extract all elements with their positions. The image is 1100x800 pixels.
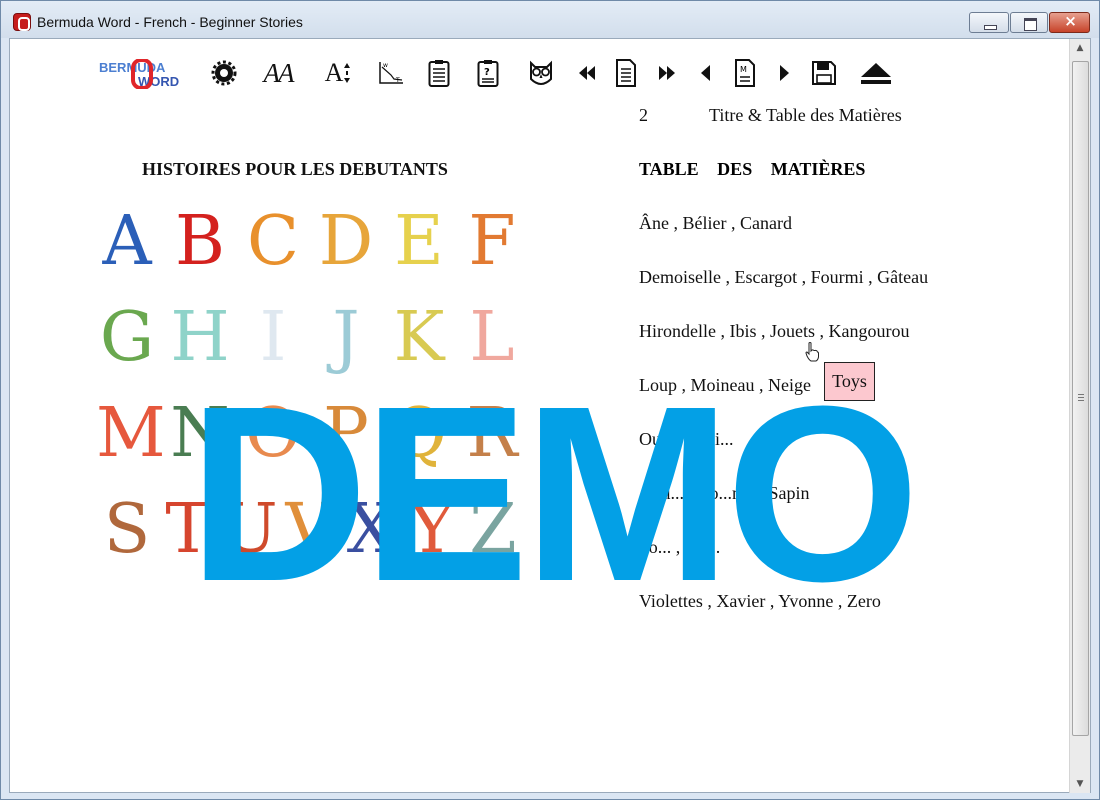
next-button[interactable] [776,59,794,87]
svg-text:M: M [740,65,747,74]
font-style-icon: AA [263,57,295,88]
alphabet-letter: D [318,202,374,281]
notes-button[interactable] [426,59,452,87]
chart-icon: w T [379,62,403,84]
grip-icon [1078,394,1084,401]
svg-text:w: w [383,62,388,69]
title-bar[interactable]: Bermuda Word - French - Beginner Stories… [1,1,1099,38]
eject-icon [861,63,891,84]
page-icon [616,59,636,87]
alphabet-letter: C [246,202,300,281]
floppy-disk-icon [812,61,836,85]
page-m-icon: M [735,59,755,87]
double-right-arrow-icon [659,66,675,80]
scroll-thumb[interactable] [1072,61,1089,736]
bermuda-word-logo[interactable]: BERMUDA WORD [98,59,194,89]
alphabet-letter: E [394,202,444,281]
minimize-button[interactable] [969,12,1009,33]
toc-line[interactable]: Âne , Bélier , Canard [639,213,792,234]
gear-icon [211,60,237,86]
svg-text:T: T [395,77,400,84]
alphabet-letter: M [96,394,166,473]
right-arrow-icon [780,65,789,81]
chart-button[interactable]: w T [377,59,405,87]
last-page-button[interactable] [655,59,679,87]
alphabet-letter: F [468,202,516,281]
alphabet-letter: B [175,202,225,281]
vertical-scrollbar[interactable]: ▲ ▼ [1069,39,1090,793]
alphabet-letter: G [99,298,155,377]
eject-button[interactable] [858,59,894,87]
size-arrows-icon [344,63,351,83]
close-icon: × [1064,12,1077,30]
svg-text:?: ? [484,67,490,78]
toc-line[interactable]: Demoiselle , Escargot , Fourmi , Gâteau [639,267,928,288]
page-number: 2 [639,105,648,125]
toolbar: BERMUDA WORD AA A w T ? M [10,39,1090,109]
left-page-heading: HISTOIRES POUR LES DEBUTANTS [142,159,448,179]
alphabet-letter: S [103,490,151,569]
maximize-button[interactable] [1010,12,1048,33]
font-size-button[interactable]: A [321,58,355,87]
previous-button[interactable] [696,59,714,87]
word-tooltip: Toys [824,362,875,401]
font-style-button[interactable]: AA [258,57,298,88]
toc-line[interactable]: Hirondelle , Ibis , Jouets , Kangourou [639,321,909,342]
page-title: Titre & Table des Matières [709,105,902,125]
quiz-clipboard-icon: ? [477,60,499,87]
scroll-down-arrow-icon[interactable]: ▼ [1070,775,1090,793]
save-button[interactable] [811,59,837,87]
scroll-up-arrow-icon[interactable]: ▲ [1070,39,1090,57]
owl-button[interactable] [526,59,556,87]
settings-button[interactable] [210,59,238,87]
app-logo-icon[interactable] [13,13,31,31]
quiz-button[interactable]: ? [475,59,501,87]
app-window: Bermuda Word - French - Beginner Stories… [0,0,1100,800]
page-button[interactable] [613,59,639,87]
document-area: BERMUDA WORD AA A w T ? M HISTOIRES POUR… [9,38,1091,793]
alphabet-letter: A [102,202,152,281]
left-arrow-icon [701,65,710,81]
double-left-arrow-icon [579,66,595,80]
close-button[interactable]: × [1049,12,1090,33]
toc-heading: TABLE DES MATIÈRES [639,159,866,179]
clipboard-icon [428,60,450,87]
demo-watermark: DEMO [188,354,920,633]
font-size-icon: A [324,58,344,87]
window-title: Bermuda Word - French - Beginner Stories [37,14,303,30]
word-page-button[interactable]: M [732,59,758,87]
owl-icon [530,60,552,85]
hand-cursor-icon [805,342,819,362]
first-page-button[interactable] [575,59,599,87]
